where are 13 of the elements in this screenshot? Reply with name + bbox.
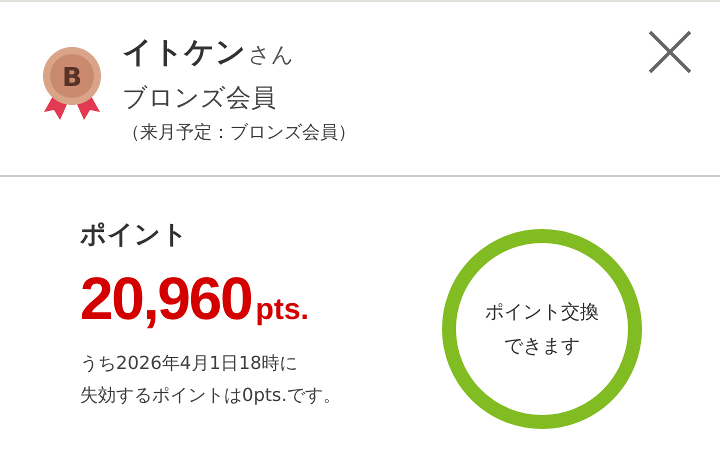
medal-icon xyxy=(40,46,104,122)
medal-letter: B xyxy=(61,63,83,93)
exchange-button[interactable]: ポイント交換 できます xyxy=(442,229,642,429)
expiry-note: うち2026年4月1日18時に xyxy=(80,352,298,375)
points-title: ポイント xyxy=(80,219,188,252)
honorific: さん xyxy=(248,42,294,70)
close-icon[interactable] xyxy=(648,30,692,74)
member-rank: ブロンズ会員 xyxy=(122,82,277,114)
next-month-rank: （来月予定：ブロンズ会員） xyxy=(122,121,356,144)
points-unit: pts. xyxy=(256,293,309,327)
expiry-note: 失効するポイントは0pts.です。 xyxy=(80,384,342,407)
points-value: 20,960 xyxy=(80,264,252,333)
member-name: イトケン xyxy=(122,34,246,72)
